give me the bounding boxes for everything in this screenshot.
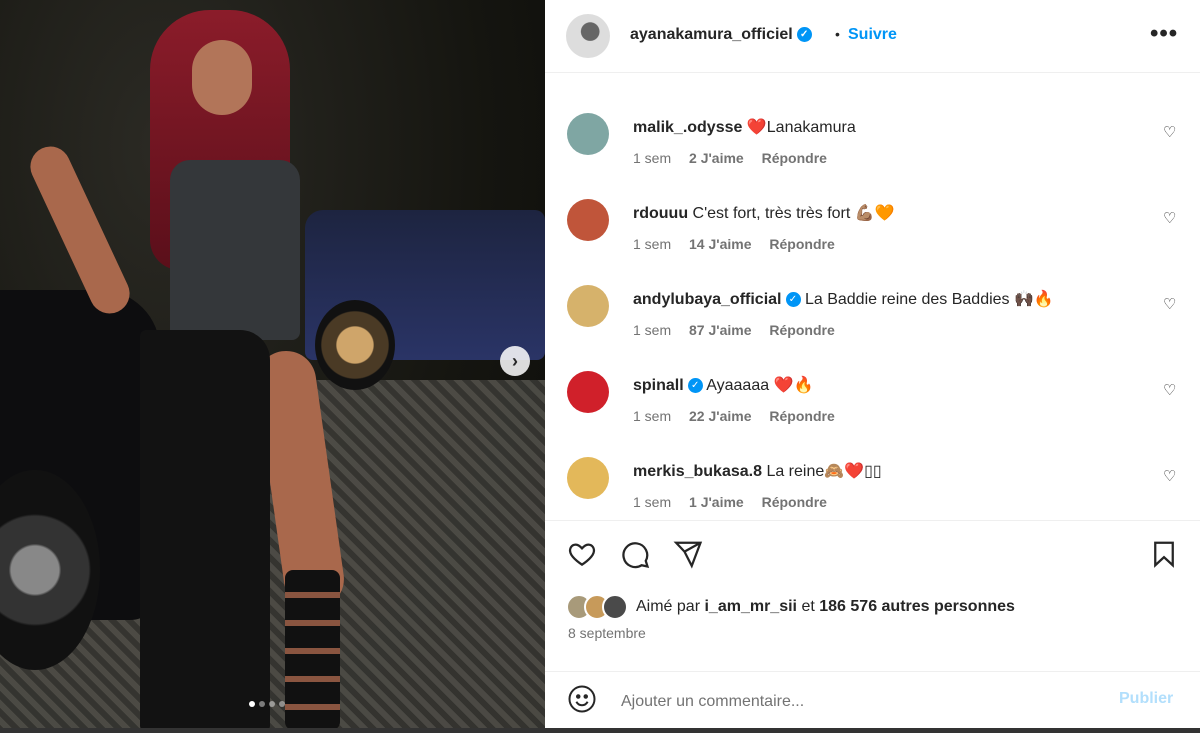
comment-text: La Baddie reine des Baddies 🙌🏿🔥 [804, 291, 1054, 308]
commenter-avatar[interactable] [567, 199, 609, 241]
likes-conjunction: et [801, 598, 815, 615]
commenter-username[interactable]: malik_.odysse [633, 119, 742, 136]
commenter-username[interactable]: andylubaya_official [633, 291, 782, 308]
likes-text[interactable]: Aimé par i_am_mr_sii et 186 576 autres p… [636, 598, 1015, 616]
background-strip [0, 728, 1200, 733]
verified-badge-icon: ✓ [796, 27, 812, 43]
add-comment-bar: Publier [545, 671, 1200, 730]
carousel-dots [249, 701, 285, 707]
reply-button[interactable]: Répondre [769, 408, 834, 424]
commenter-username[interactable]: spinall [633, 377, 684, 394]
verified-badge-icon: ✓ [785, 292, 801, 308]
carousel-dot[interactable] [279, 701, 285, 707]
comment-likes[interactable]: 1 J'aime [689, 494, 744, 510]
publish-button[interactable]: Publier [1119, 690, 1173, 708]
comment-meta: 1 sem 1 J'aime Répondre [633, 494, 841, 510]
comment-text: La reine🙈❤️▯▯ [766, 463, 882, 480]
comment-item: rdouuu C'est fort, très très fort 💪🏽🧡 1 … [545, 187, 1200, 273]
comment-age: 1 sem [633, 408, 672, 424]
black-skirt [140, 330, 270, 730]
likes-count[interactable]: 186 576 autres personnes [819, 598, 1015, 615]
comment-age: 1 sem [633, 150, 672, 166]
comment-meta: 1 sem 14 J'aime Répondre [633, 236, 849, 252]
comment-line: spinall ✓ Ayaaaaa ❤️🔥 [633, 375, 813, 395]
comment-likes[interactable]: 22 J'aime [689, 408, 752, 424]
comment-meta: 1 sem 2 J'aime Répondre [633, 150, 841, 166]
comment-meta: 1 sem 87 J'aime Répondre [633, 322, 849, 338]
carousel-next-button[interactable]: › [500, 346, 530, 376]
verified-badge-icon: ✓ [687, 378, 703, 394]
strapped-boot [285, 570, 340, 730]
heart-icon[interactable]: ♡ [1163, 123, 1176, 141]
woman-figure [23, 10, 348, 730]
comment-line: rdouuu C'est fort, très très fort 💪🏽🧡 [633, 203, 895, 223]
smiley-icon[interactable] [567, 684, 597, 721]
comment-item: malik_.odysse ❤️Lanakamura 1 sem 2 J'aim… [545, 101, 1200, 187]
heart-icon[interactable] [567, 539, 597, 575]
comment-line: malik_.odysse ❤️Lanakamura [633, 117, 856, 137]
commenter-avatar[interactable] [567, 457, 609, 499]
reply-button[interactable]: Répondre [762, 150, 827, 166]
liker-username[interactable]: i_am_mr_sii [704, 598, 797, 615]
follow-button[interactable]: Suivre [848, 26, 897, 44]
comment-item: andylubaya_official ✓ La Baddie reine des… [545, 273, 1200, 359]
commenter-username[interactable]: rdouuu [633, 205, 688, 222]
comment-age: 1 sem [633, 236, 672, 252]
reply-button[interactable]: Répondre [762, 494, 827, 510]
author-username-text[interactable]: ayanakamura_officiel [630, 26, 793, 43]
more-dots-icon[interactable]: ••• [1150, 20, 1178, 48]
post-actions: Aimé par i_am_mr_sii et 186 576 autres p… [545, 520, 1200, 729]
post-date[interactable]: 8 septembre [568, 625, 646, 641]
comment-line: andylubaya_official ✓ La Baddie reine des… [633, 289, 1054, 309]
paper-plane-icon[interactable] [673, 539, 703, 575]
reply-button[interactable]: Répondre [769, 236, 834, 252]
author-username[interactable]: ayanakamura_officiel ✓ [630, 26, 812, 44]
comment-meta: 1 sem 22 J'aime Répondre [633, 408, 849, 424]
reply-button[interactable]: Répondre [769, 322, 834, 338]
comment-likes[interactable]: 14 J'aime [689, 236, 752, 252]
comment-text: Ayaaaaa ❤️🔥 [706, 377, 814, 394]
comments-list[interactable]: malik_.odysse ❤️Lanakamura 1 sem 2 J'aim… [545, 73, 1200, 520]
header-separator: • [835, 26, 840, 42]
corset-top [170, 160, 300, 340]
comment-item: merkis_bukasa.8 La reine🙈❤️▯▯ 1 sem 1 J'… [545, 445, 1200, 520]
comment-age: 1 sem [633, 494, 672, 510]
comment-text: ❤️Lanakamura [746, 119, 856, 136]
carousel-dot[interactable] [259, 701, 265, 707]
author-avatar[interactable] [566, 14, 610, 58]
carousel-dot[interactable] [269, 701, 275, 707]
comment-text: C'est fort, très très fort 💪🏽🧡 [692, 205, 895, 222]
commenter-username[interactable]: merkis_bukasa.8 [633, 463, 762, 480]
heart-icon[interactable]: ♡ [1163, 381, 1176, 399]
commenter-avatar[interactable] [567, 113, 609, 155]
liker-avatar[interactable] [602, 594, 628, 620]
comment-input[interactable] [619, 688, 1093, 716]
post-details-panel: ayanakamura_officiel ✓ • Suivre ••• malik… [545, 0, 1200, 728]
carousel-dot[interactable] [249, 701, 255, 707]
likes-summary: Aimé par i_am_mr_sii et 186 576 autres p… [566, 594, 1015, 620]
comment-likes[interactable]: 2 J'aime [689, 150, 744, 166]
comment-icon[interactable] [620, 539, 650, 575]
bookmark-icon[interactable] [1149, 539, 1179, 575]
commenter-avatar[interactable] [567, 371, 609, 413]
heart-icon[interactable]: ♡ [1163, 467, 1176, 485]
comment-line: merkis_bukasa.8 La reine🙈❤️▯▯ [633, 461, 882, 481]
heart-icon[interactable]: ♡ [1163, 209, 1176, 227]
comment-likes[interactable]: 87 J'aime [689, 322, 752, 338]
comment-item: spinall ✓ Ayaaaaa ❤️🔥 1 sem 22 J'aime Rép… [545, 359, 1200, 445]
commenter-avatar[interactable] [567, 285, 609, 327]
comment-age: 1 sem [633, 322, 672, 338]
post-header: ayanakamura_officiel ✓ • Suivre ••• [545, 0, 1200, 73]
chevron-right-icon: › [512, 350, 518, 371]
likes-prefix: Aimé par [636, 598, 701, 615]
post-photo[interactable]: › [0, 0, 545, 733]
heart-icon[interactable]: ♡ [1163, 295, 1176, 313]
face [192, 40, 252, 115]
instagram-post-modal: › ayanakamura_officiel ✓ • Suivre ••• mal… [0, 0, 1200, 733]
